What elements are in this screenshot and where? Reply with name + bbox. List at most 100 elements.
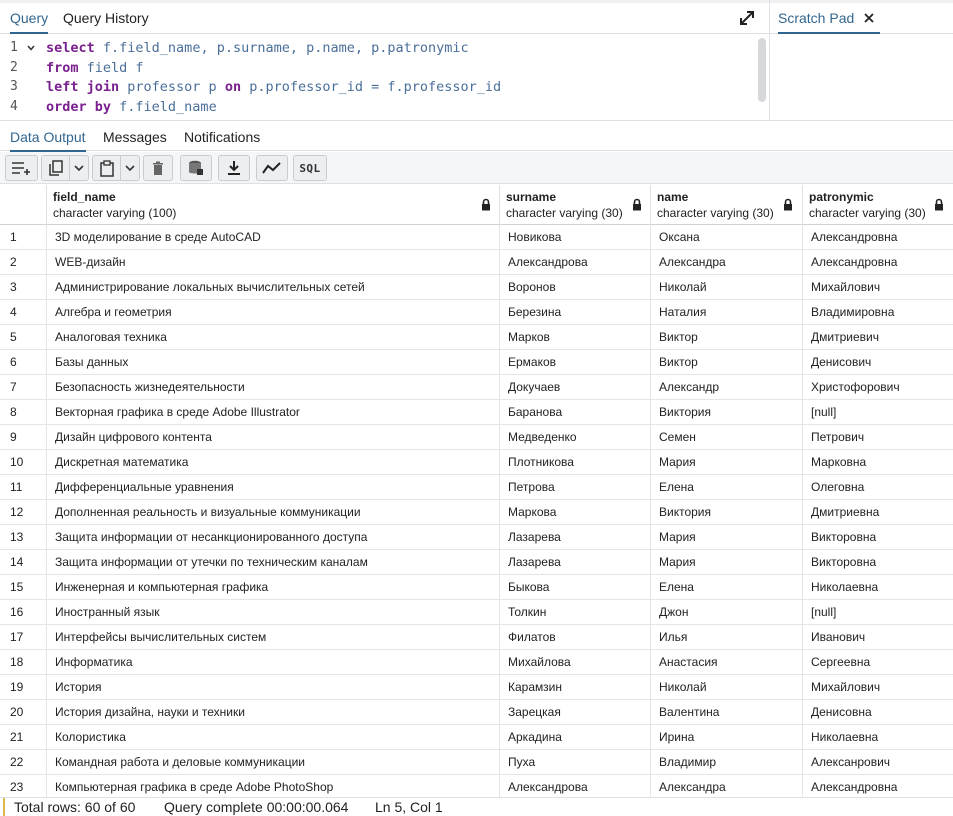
cell-field-name[interactable]: Иностранный язык: [47, 600, 500, 625]
cell-surname[interactable]: Марков: [500, 325, 651, 350]
row-number[interactable]: 20: [0, 700, 47, 725]
chevron-down-icon[interactable]: [27, 45, 35, 51]
graph-button[interactable]: [256, 155, 288, 181]
cell-patronymic[interactable]: [null]: [803, 400, 953, 425]
row-number[interactable]: 15: [0, 575, 47, 600]
row-number[interactable]: 4: [0, 300, 47, 325]
cell-field-name[interactable]: Информатика: [47, 650, 500, 675]
download-button[interactable]: [218, 155, 250, 181]
cell-field-name[interactable]: Защита информации от несанкционированног…: [47, 525, 500, 550]
row-number[interactable]: 8: [0, 400, 47, 425]
cell-field-name[interactable]: Дополненная реальность и визуальные комм…: [47, 500, 500, 525]
table-row[interactable]: 13 Защита информации от несанкционированн…: [0, 525, 953, 550]
cell-patronymic[interactable]: Сергеевна: [803, 650, 953, 675]
cell-patronymic[interactable]: Владимировна: [803, 300, 953, 325]
cell-patronymic[interactable]: Михайлович: [803, 675, 953, 700]
cell-patronymic[interactable]: Александровна: [803, 775, 953, 797]
cell-name[interactable]: Виктория: [651, 500, 803, 525]
cell-surname[interactable]: Филатов: [500, 625, 651, 650]
cell-field-name[interactable]: Алгебра и геометрия: [47, 300, 500, 325]
cell-field-name[interactable]: Администрирование локальных вычислительн…: [47, 275, 500, 300]
cell-field-name[interactable]: Дискретная математика: [47, 450, 500, 475]
cell-name[interactable]: Наталия: [651, 300, 803, 325]
table-row[interactable]: 2 WEB-дизайн Александрова Александра Алексан…: [0, 250, 953, 275]
cell-patronymic[interactable]: Денисович: [803, 350, 953, 375]
cell-name[interactable]: Александра: [651, 775, 803, 797]
table-row[interactable]: 10 Дискретная математика Плотникова Мария Ма…: [0, 450, 953, 475]
cell-patronymic[interactable]: Петрович: [803, 425, 953, 450]
table-row[interactable]: 6 Базы данных Ермаков Виктор Денисович: [0, 350, 953, 375]
row-number[interactable]: 11: [0, 475, 47, 500]
row-number[interactable]: 22: [0, 750, 47, 775]
cell-name[interactable]: Анастасия: [651, 650, 803, 675]
cell-patronymic[interactable]: Христофорович: [803, 375, 953, 400]
cell-name[interactable]: Семен: [651, 425, 803, 450]
cell-patronymic[interactable]: Николаевна: [803, 575, 953, 600]
table-row[interactable]: 12 Дополненная реальность и визуальные ко…: [0, 500, 953, 525]
cell-field-name[interactable]: Дизайн цифрового контента: [47, 425, 500, 450]
table-row[interactable]: 5 Аналоговая техника Марков Виктор Дмитриеви…: [0, 325, 953, 350]
copy-button[interactable]: [41, 155, 69, 181]
cell-surname[interactable]: Петрова: [500, 475, 651, 500]
paste-button[interactable]: [92, 155, 120, 181]
tab-query-history[interactable]: Query History: [63, 8, 149, 34]
cell-patronymic[interactable]: Дмитриевич: [803, 325, 953, 350]
table-row[interactable]: 22 Командная работа и деловые коммуникаци…: [0, 750, 953, 775]
save-data-button[interactable]: [180, 155, 212, 181]
cell-field-name[interactable]: Аналоговая техника: [47, 325, 500, 350]
cell-patronymic[interactable]: Дмитриевна: [803, 500, 953, 525]
cell-surname[interactable]: Михайлова: [500, 650, 651, 675]
row-number[interactable]: 9: [0, 425, 47, 450]
cell-surname[interactable]: Докучаев: [500, 375, 651, 400]
cell-name[interactable]: Виктор: [651, 350, 803, 375]
cell-field-name[interactable]: Компьютерная графика в среде Adobe Photo…: [47, 775, 500, 797]
cell-field-name[interactable]: Безопасность жизнедеятельности: [47, 375, 500, 400]
cell-field-name[interactable]: Базы данных: [47, 350, 500, 375]
row-number[interactable]: 16: [0, 600, 47, 625]
table-row[interactable]: 1 3D моделирование в среде AutoCAD Новиков…: [0, 225, 953, 250]
cell-surname[interactable]: Березина: [500, 300, 651, 325]
table-row[interactable]: 9 Дизайн цифрового контента Медведенко Семе…: [0, 425, 953, 450]
cell-surname[interactable]: Александрова: [500, 775, 651, 797]
row-number[interactable]: 5: [0, 325, 47, 350]
cell-name[interactable]: Виктория: [651, 400, 803, 425]
tab-notifications[interactable]: Notifications: [184, 127, 260, 152]
row-number[interactable]: 19: [0, 675, 47, 700]
table-row[interactable]: 23 Компьютерная графика в среде Adobe Pho…: [0, 775, 953, 797]
table-row[interactable]: 20 История дизайна, науки и техники Зарецк…: [0, 700, 953, 725]
cell-surname[interactable]: Александрова: [500, 250, 651, 275]
cell-field-name[interactable]: История: [47, 675, 500, 700]
cell-name[interactable]: Ирина: [651, 725, 803, 750]
cell-patronymic[interactable]: Иванович: [803, 625, 953, 650]
cell-name[interactable]: Елена: [651, 575, 803, 600]
cell-surname[interactable]: Пуха: [500, 750, 651, 775]
row-number[interactable]: 18: [0, 650, 47, 675]
cell-surname[interactable]: Новикова: [500, 225, 651, 250]
row-number[interactable]: 6: [0, 350, 47, 375]
cell-name[interactable]: Виктор: [651, 325, 803, 350]
cell-patronymic[interactable]: Михайлович: [803, 275, 953, 300]
column-header-patronymic[interactable]: patronymic character varying (30): [803, 185, 953, 225]
cell-name[interactable]: Владимир: [651, 750, 803, 775]
cell-field-name[interactable]: Колористика: [47, 725, 500, 750]
cell-surname[interactable]: Баранова: [500, 400, 651, 425]
cell-surname[interactable]: Лазарева: [500, 525, 651, 550]
cell-patronymic[interactable]: Викторовна: [803, 525, 953, 550]
cell-surname[interactable]: Лазарева: [500, 550, 651, 575]
cell-surname[interactable]: Аркадина: [500, 725, 651, 750]
cell-name[interactable]: Мария: [651, 525, 803, 550]
table-row[interactable]: 15 Инженерная и компьютерная графика Быков…: [0, 575, 953, 600]
cell-name[interactable]: Александра: [651, 250, 803, 275]
table-row[interactable]: 8 Векторная графика в среде Adobe Illustr…: [0, 400, 953, 425]
cell-field-name[interactable]: Векторная графика в среде Adobe Illustra…: [47, 400, 500, 425]
cell-patronymic[interactable]: Николаевна: [803, 725, 953, 750]
cell-surname[interactable]: Маркова: [500, 500, 651, 525]
row-number[interactable]: 2: [0, 250, 47, 275]
delete-button[interactable]: [143, 155, 173, 181]
column-header-field-name[interactable]: field_name character varying (100): [47, 185, 500, 225]
table-row[interactable]: 21 Колористика Аркадина Ирина Николаевна: [0, 725, 953, 750]
column-header-surname[interactable]: surname character varying (30): [500, 185, 651, 225]
cell-name[interactable]: Николай: [651, 675, 803, 700]
cell-patronymic[interactable]: Викторовна: [803, 550, 953, 575]
cell-field-name[interactable]: Интерфейсы вычислительных систем: [47, 625, 500, 650]
